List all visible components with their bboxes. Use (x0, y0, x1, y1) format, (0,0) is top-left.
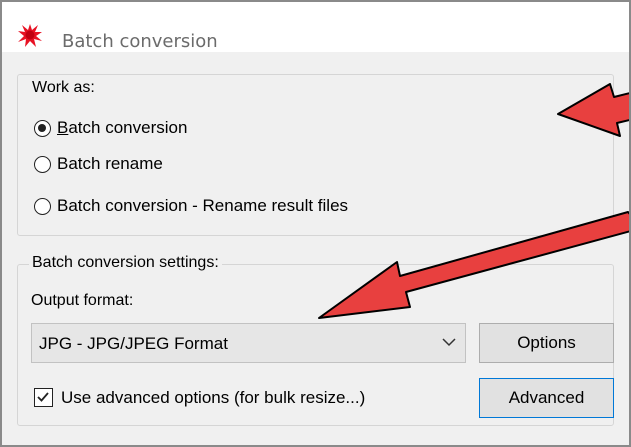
title-bar: Batch conversion (2, 2, 629, 52)
radio-batch-conversion-rename[interactable]: Batch conversion - Rename result files (34, 194, 348, 218)
advanced-button-label: Advanced (508, 388, 585, 407)
window-title: Batch conversion (62, 31, 218, 52)
radio-button[interactable] (34, 155, 51, 173)
advanced-button[interactable]: Advanced (479, 378, 614, 418)
options-button-label: Options (517, 333, 576, 352)
radio-batch-conversion-label: Batch conversion (57, 118, 188, 137)
advanced-options-label: Use advanced options (for bulk resize...… (61, 388, 366, 407)
advanced-options-checkbox[interactable] (34, 388, 53, 407)
output-format-label: Output format: (31, 292, 134, 309)
radio-button[interactable] (34, 197, 51, 215)
red-splat-icon (18, 24, 42, 47)
batch-conversion-dialog: Batch conversion Work as: Batch conversi… (0, 0, 631, 447)
radio-batch-conversion-rename-label: Batch conversion - Rename result files (57, 196, 349, 215)
output-format-value: JPG - JPG/JPEG Format (39, 334, 228, 353)
checkmark-icon (37, 392, 49, 402)
batch-settings-legend: Batch conversion settings: (29, 254, 222, 272)
radio-label-text: atch conversion (68, 118, 188, 137)
output-format-dropdown[interactable]: JPG - JPG/JPEG Format (31, 323, 466, 363)
work-as-legend: Work as: (29, 79, 98, 97)
radio-batch-rename[interactable]: Batch rename (34, 152, 163, 176)
radio-batch-conversion[interactable]: Batch conversion (34, 116, 187, 140)
chevron-down-icon (442, 338, 456, 347)
radio-button-selected[interactable] (34, 119, 51, 137)
radio-batch-rename-label: Batch rename (57, 154, 163, 173)
options-button[interactable]: Options (479, 323, 614, 363)
